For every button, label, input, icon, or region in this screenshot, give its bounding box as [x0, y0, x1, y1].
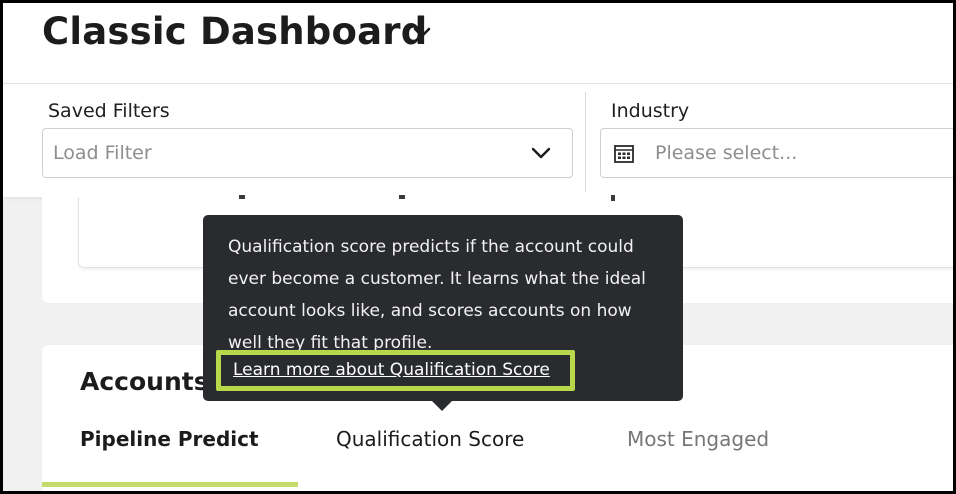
filter-divider — [585, 92, 586, 192]
industry-select[interactable]: Please select... — [600, 128, 953, 178]
industry-placeholder: Please select... — [655, 142, 798, 164]
tooltip-arrow — [432, 401, 452, 411]
qualification-score-tooltip: Qualification score predicts if the acco… — [203, 215, 683, 411]
page-header: Classic Dashboard — [3, 3, 953, 84]
industry-label: Industry — [611, 100, 690, 122]
tooltip-link-highlight: Learn more about Qualification Score — [216, 350, 575, 391]
saved-filters-select[interactable]: Load Filter — [42, 128, 573, 178]
clipped-text — [239, 195, 615, 201]
saved-filters-label: Saved Filters — [48, 100, 170, 122]
filters-bar: Saved Filters Load Filter Industry Pleas… — [3, 84, 953, 197]
building-icon — [614, 145, 634, 163]
page-title[interactable]: Classic Dashboard — [42, 10, 427, 53]
accounts-title: Accounts — [80, 367, 209, 396]
active-tab-indicator — [42, 482, 298, 487]
saved-filters-placeholder: Load Filter — [53, 142, 152, 164]
tab-qualification-score[interactable]: Qualification Score — [336, 427, 524, 451]
app-window: Classic Dashboard Saved Filters Load Fil… — [3, 3, 953, 491]
learn-more-link[interactable]: Learn more about Qualification Score — [233, 360, 550, 380]
tab-most-engaged[interactable]: Most Engaged — [627, 427, 769, 451]
tooltip-text: Qualification score predicts if the acco… — [228, 237, 646, 353]
tab-pipeline-predict[interactable]: Pipeline Predict — [80, 427, 259, 451]
chevron-down-icon[interactable] — [411, 21, 433, 43]
chevron-down-icon[interactable] — [530, 144, 552, 162]
